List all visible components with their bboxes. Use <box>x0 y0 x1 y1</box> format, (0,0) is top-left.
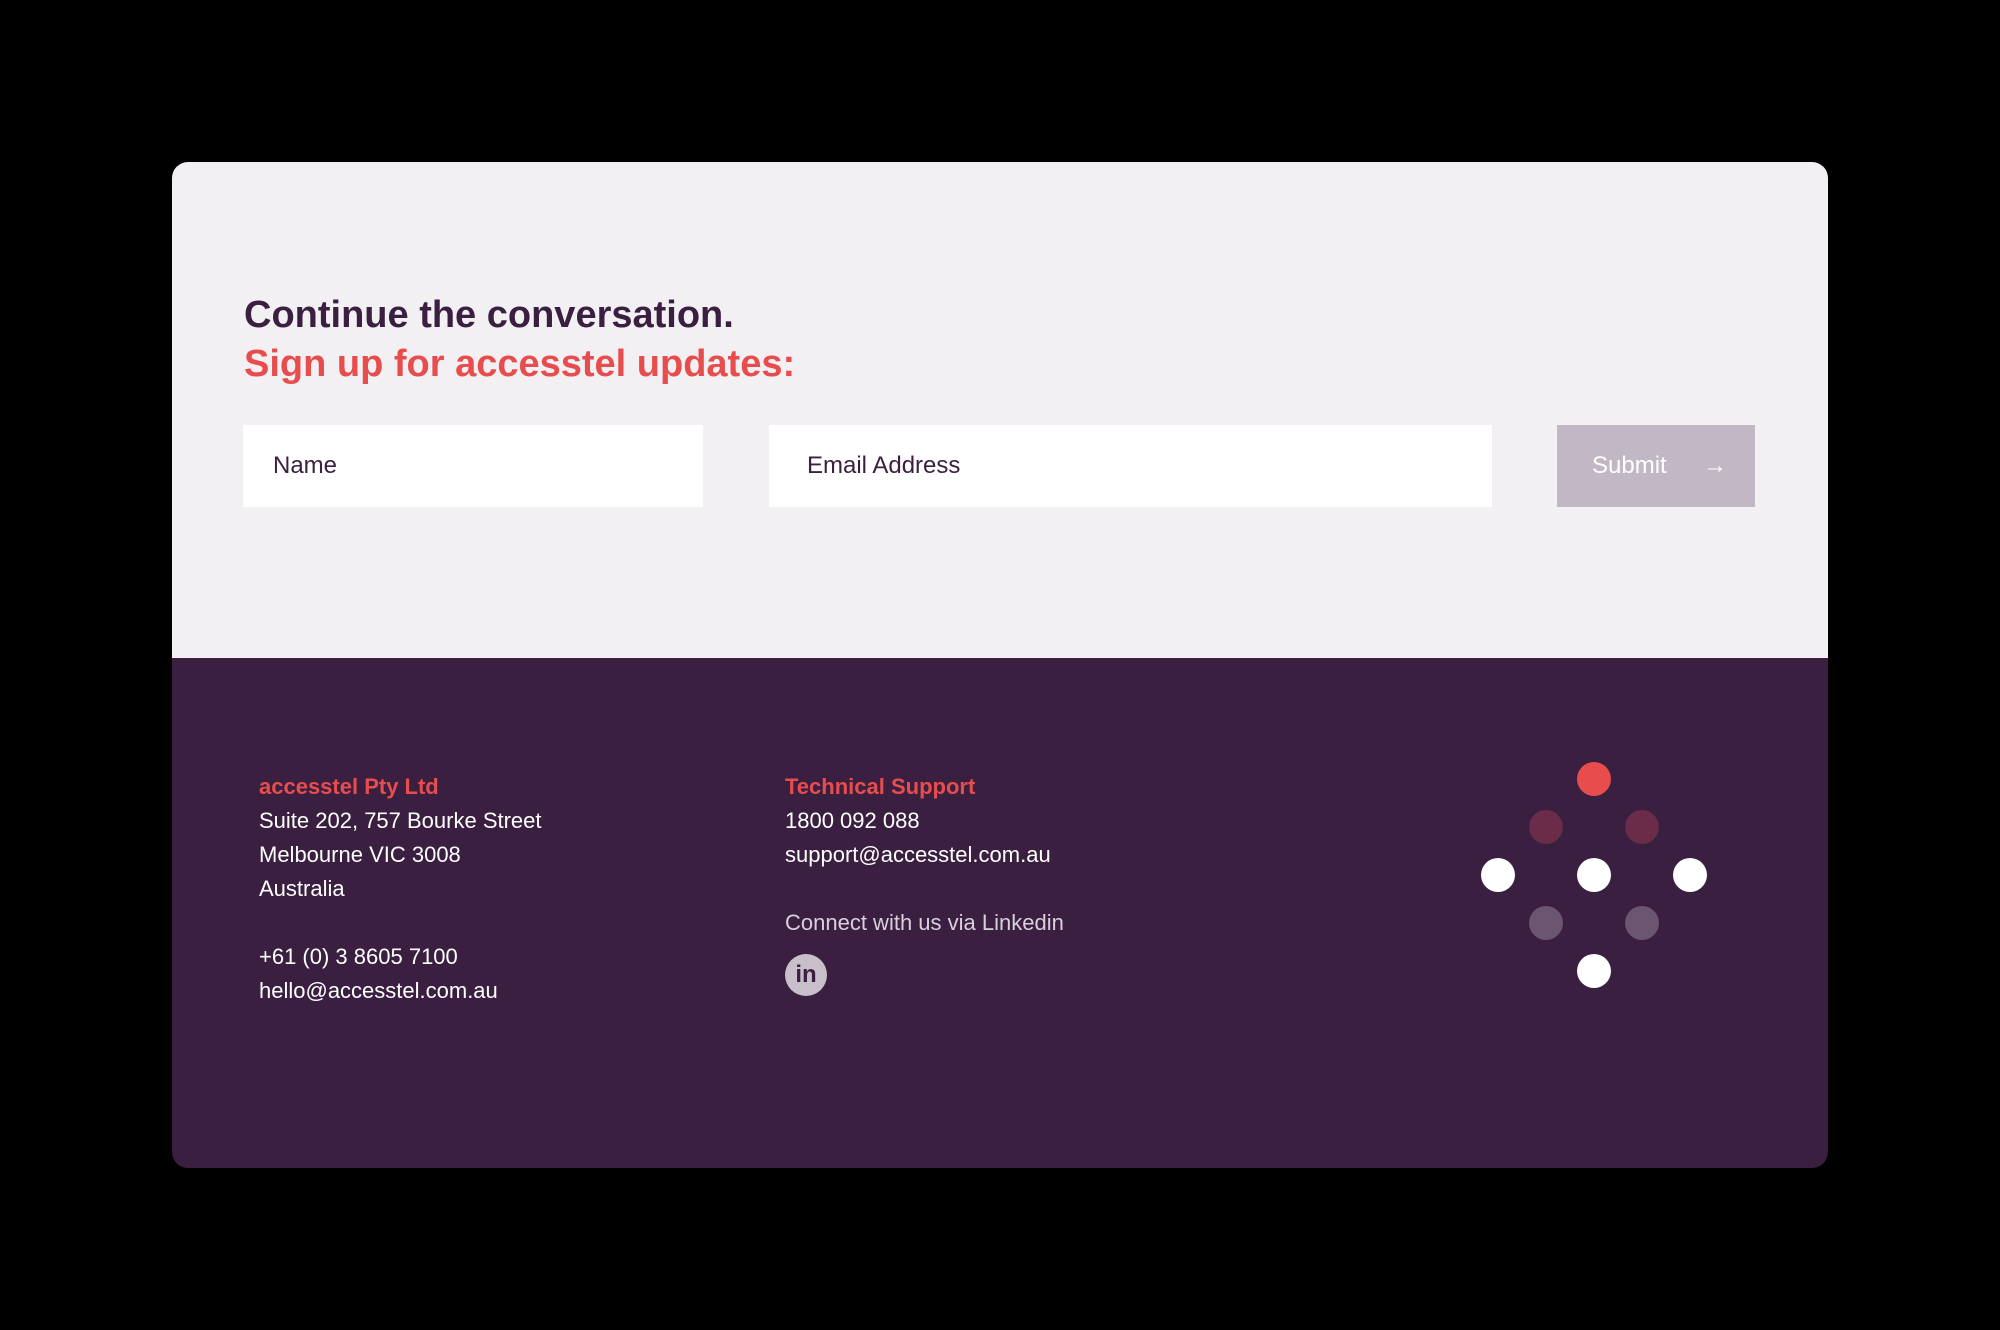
signup-subheading: Sign up for accesstel updates: <box>244 343 796 385</box>
logo-dot-left <box>1481 858 1515 892</box>
logo-dot-bottom <box>1577 954 1611 988</box>
logo-dot-lower-left <box>1529 906 1563 940</box>
company-email-link[interactable]: hello@accesstel.com.au <box>259 974 542 1008</box>
address-line-1: Suite 202, 757 Bourke Street <box>259 808 542 833</box>
dot-diamond-logo <box>1474 762 1714 1002</box>
submit-button[interactable]: Submit → <box>1557 425 1755 507</box>
logo-dot-upper-right <box>1625 810 1659 844</box>
logo-dot-lower-right <box>1625 906 1659 940</box>
support-info: Technical Support 1800 092 088 support@a… <box>785 770 1064 996</box>
footer: accesstel Pty Ltd Suite 202, 757 Bourke … <box>172 658 1828 1168</box>
page-card: Continue the conversation. Sign up for a… <box>172 162 1828 1168</box>
email-input[interactable] <box>769 425 1492 507</box>
name-input[interactable] <box>243 425 703 507</box>
address-line-2: Melbourne VIC 3008 <box>259 842 461 867</box>
company-phone-link[interactable]: +61 (0) 3 8605 7100 <box>259 940 542 974</box>
signup-heading: Continue the conversation. <box>244 294 734 336</box>
company-name: accesstel Pty Ltd <box>259 774 439 799</box>
support-label: Technical Support <box>785 774 976 799</box>
signup-section: Continue the conversation. Sign up for a… <box>172 162 1828 658</box>
logo-dot-top <box>1577 762 1611 796</box>
logo-dot-right <box>1673 858 1707 892</box>
company-info: accesstel Pty Ltd Suite 202, 757 Bourke … <box>259 770 542 1008</box>
connect-text: Connect with us via Linkedin <box>785 910 1064 935</box>
logo-dot-upper-left <box>1529 810 1563 844</box>
linkedin-icon[interactable]: in <box>785 954 827 996</box>
address-line-3: Australia <box>259 876 345 901</box>
support-email-link[interactable]: support@accesstel.com.au <box>785 838 1064 872</box>
support-phone-link[interactable]: 1800 092 088 <box>785 804 1064 838</box>
logo-dot-center <box>1577 858 1611 892</box>
arrow-right-icon: → <box>1703 452 1727 479</box>
submit-label: Submit <box>1592 452 1667 479</box>
